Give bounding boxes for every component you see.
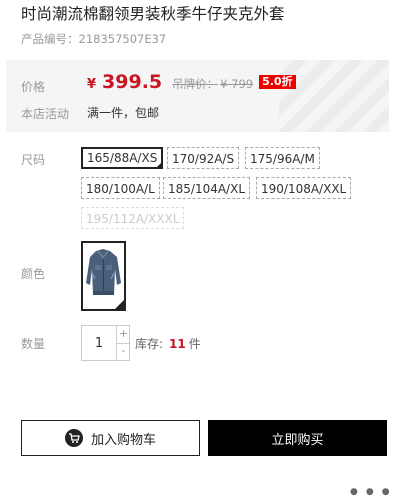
quantity-input[interactable] [82, 326, 116, 360]
stock-info: 库存: 11 件 [135, 335, 201, 352]
color-label: 颜色 [21, 267, 46, 281]
cart-icon [64, 429, 83, 447]
size-option-165-88a-xs[interactable]: 165/88A/XS [81, 147, 164, 169]
quantity-label: 数量 [21, 337, 46, 351]
original-price-label: 吊牌价： [172, 77, 219, 91]
size-option-185-104a-xl[interactable]: 185/104A/XL [163, 177, 251, 199]
product-code-value: 218357507E37 [78, 32, 167, 46]
add-to-cart-button[interactable]: 加入购物车 [21, 420, 200, 456]
promotion-label: 本店活动 [21, 107, 70, 121]
color-swatch-denim[interactable] [81, 241, 126, 311]
buy-now-label: 立即购买 [271, 432, 324, 448]
sale-price: 399.5 [102, 71, 163, 93]
denim-jacket-icon [83, 243, 124, 309]
product-title: 时尚潮流棉翻领男装秋季牛仔夹克外套 [21, 5, 285, 23]
price-label: 价格 [21, 80, 46, 94]
quantity-increase-button[interactable]: + [116, 326, 130, 344]
size-label: 尺码 [21, 153, 46, 167]
quantity-stepper: + - [81, 325, 130, 361]
promotion-text: 满一件，包邮 [87, 106, 160, 120]
price-row: ¥ 399.5 吊牌价： ¥ 799 5.0折 [87, 71, 296, 93]
stock-unit: 件 [188, 337, 201, 351]
size-option-170-92a-s[interactable]: 170/92A/S [167, 147, 240, 169]
product-code: 产品编号：218357507E37 [21, 31, 166, 47]
add-to-cart-label: 加入购物车 [90, 432, 156, 448]
size-option-180-100a-l[interactable]: 180/100A/L [81, 177, 160, 199]
product-code-label: 产品编号： [21, 32, 79, 46]
size-option-190-108a-xxl[interactable]: 190/108A/XXL [256, 177, 352, 199]
currency-symbol: ¥ [87, 77, 97, 92]
discount-badge: 5.0折 [259, 75, 296, 89]
original-price: ¥ 799 [220, 77, 254, 91]
stock-label: 库存: [135, 337, 164, 351]
quantity-decrease-button[interactable]: - [116, 343, 130, 360]
size-option-175-96a-m[interactable]: 175/96A/M [245, 147, 320, 169]
size-option-195-112a-xxxl: 195/112A/XXXL [81, 207, 185, 229]
stock-count: 11 [169, 337, 186, 351]
more-dots: ●●● [350, 487, 398, 497]
buy-now-button[interactable]: 立即购买 [208, 420, 387, 456]
